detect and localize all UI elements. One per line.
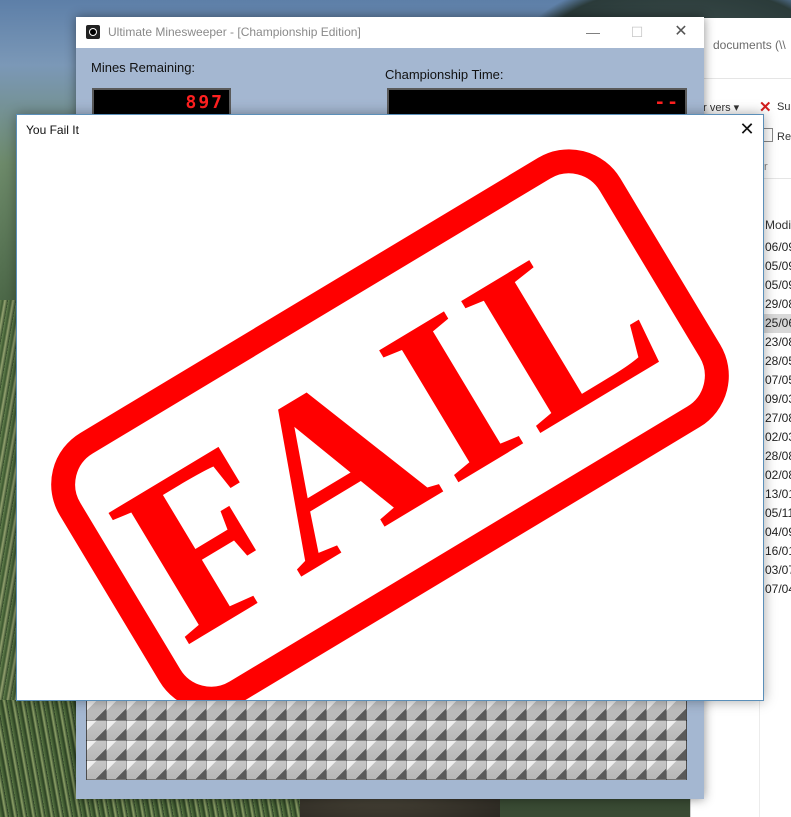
file-row-date[interactable]: 23/08 xyxy=(763,333,791,352)
file-row-date[interactable]: 02/08 xyxy=(763,466,791,485)
ribbon-group-label: r xyxy=(764,161,768,173)
file-row-date[interactable]: 07/05 xyxy=(763,371,791,390)
file-row-date[interactable]: 03/07 xyxy=(763,561,791,580)
minefield-grid[interactable] xyxy=(86,700,687,780)
rename-icon[interactable] xyxy=(763,128,773,142)
divider xyxy=(691,78,791,79)
file-row-date[interactable]: 27/08 xyxy=(763,409,791,428)
close-button[interactable]: ✕ xyxy=(667,21,695,45)
file-row-date[interactable]: 29/08 xyxy=(763,295,791,314)
mines-remaining-label: Mines Remaining: xyxy=(91,60,196,75)
fail-stamp-image: FAIL xyxy=(51,149,729,700)
file-row-date[interactable]: 16/01 xyxy=(763,542,791,561)
file-row-date[interactable]: 05/09 xyxy=(763,257,791,276)
file-row-date[interactable]: 05/09 xyxy=(763,276,791,295)
rename-button[interactable]: Ren xyxy=(777,131,791,143)
file-row-date[interactable]: 06/09 xyxy=(763,238,791,257)
title-bar[interactable]: Ultimate Minesweeper - [Championship Edi… xyxy=(76,17,704,48)
maximize-button[interactable]: ☐ xyxy=(623,21,651,45)
dialog-close-button[interactable]: ✕ xyxy=(733,118,761,142)
you-fail-it-dialog[interactable]: You Fail It ✕ FAIL xyxy=(16,114,764,701)
file-row-date[interactable]: 02/03 xyxy=(763,428,791,447)
file-row-date[interactable]: 07/04 xyxy=(763,580,791,599)
file-row-date[interactable]: 28/08 xyxy=(763,447,791,466)
explorer-title: documents (\\ xyxy=(713,38,786,52)
file-list[interactable]: 06/0905/0905/0929/0825/0623/0828/0507/05… xyxy=(763,238,791,599)
delete-button[interactable]: Sup xyxy=(777,101,791,113)
file-row-date[interactable]: 04/09 xyxy=(763,523,791,542)
window-title: Ultimate Minesweeper - [Championship Edi… xyxy=(108,25,361,39)
file-row-date[interactable]: 05/11 xyxy=(763,504,791,523)
file-row-date[interactable]: 13/01 xyxy=(763,485,791,504)
championship-time-label: Championship Time: xyxy=(385,67,504,82)
file-row-date[interactable]: 28/05 xyxy=(763,352,791,371)
minimize-button[interactable]: — xyxy=(579,21,607,45)
dialog-title: You Fail It xyxy=(26,123,79,137)
column-header-modified[interactable]: Modi xyxy=(765,218,791,232)
file-row-date[interactable]: 09/03 xyxy=(763,390,791,409)
file-row-date[interactable]: 25/06 xyxy=(763,314,791,333)
mine-icon xyxy=(86,25,100,39)
